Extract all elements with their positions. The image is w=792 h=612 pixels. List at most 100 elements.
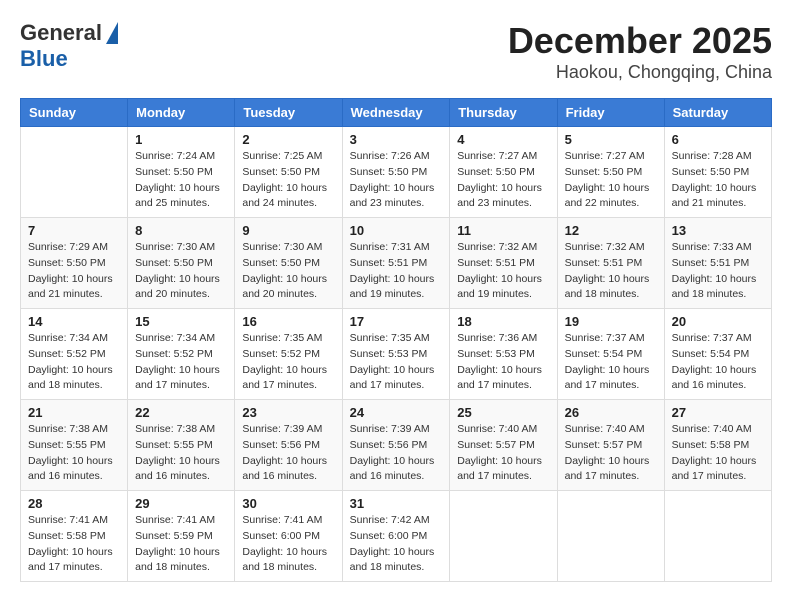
calendar-cell: 25Sunrise: 7:40 AMSunset: 5:57 PMDayligh…: [450, 400, 557, 491]
day-info: Sunrise: 7:33 AMSunset: 5:51 PMDaylight:…: [672, 240, 764, 303]
calendar-cell: 7 Sunrise: 7:29 AMSunset: 5:50 PMDaylight…: [21, 218, 128, 309]
calendar-cell: 21 Sunrise: 7:38 AMSunset: 5:55 PMDayligh…: [21, 400, 128, 491]
day-info: Sunrise: 7:41 AMSunset: 5:58 PMDaylight:…: [28, 513, 120, 576]
day-info: Sunrise: 7:35 AMSunset: 5:53 PMDaylight:…: [350, 331, 443, 394]
day-info: Sunrise: 7:37 AMSunset: 5:54 PMDaylight:…: [672, 331, 764, 394]
day-info: Sunrise: 7:32 AMSunset: 5:51 PMDaylight:…: [457, 240, 549, 303]
day-info: Sunrise: 7:40 AMSunset: 5:57 PMDaylight:…: [565, 422, 657, 485]
calendar-cell: 15 Sunrise: 7:34 AMSunset: 5:52 PMDayligh…: [128, 309, 235, 400]
day-number: 13: [672, 223, 764, 238]
calendar-day-header: Friday: [557, 99, 664, 127]
calendar-cell: 2 Sunrise: 7:25 AMSunset: 5:50 PMDaylight…: [235, 127, 342, 218]
day-number: 20: [672, 314, 764, 329]
day-info: Sunrise: 7:34 AMSunset: 5:52 PMDaylight:…: [28, 331, 120, 394]
calendar-cell: 31 Sunrise: 7:42 AMSunset: 6:00 PMDayligh…: [342, 491, 450, 582]
day-info: Sunrise: 7:34 AMSunset: 5:52 PMDaylight:…: [135, 331, 227, 394]
day-info: Sunrise: 7:32 AMSunset: 5:51 PMDaylight:…: [565, 240, 657, 303]
day-number: 10: [350, 223, 443, 238]
calendar-cell: 10 Sunrise: 7:31 AMSunset: 5:51 PMDayligh…: [342, 218, 450, 309]
calendar-cell: 19 Sunrise: 7:37 AMSunset: 5:54 PMDayligh…: [557, 309, 664, 400]
day-number: 14: [28, 314, 120, 329]
calendar-day-header: Wednesday: [342, 99, 450, 127]
calendar-cell: 16 Sunrise: 7:35 AMSunset: 5:52 PMDayligh…: [235, 309, 342, 400]
day-number: 31: [350, 496, 443, 511]
calendar-cell: 24 Sunrise: 7:39 AMSunset: 5:56 PMDayligh…: [342, 400, 450, 491]
day-info: Sunrise: 7:41 AMSunset: 6:00 PMDaylight:…: [242, 513, 334, 576]
logo-triangle: [106, 22, 118, 44]
calendar-week-row: 14 Sunrise: 7:34 AMSunset: 5:52 PMDayligh…: [21, 309, 772, 400]
day-info: Sunrise: 7:28 AMSunset: 5:50 PMDaylight:…: [672, 149, 764, 212]
calendar-header-row: SundayMondayTuesdayWednesdayThursdayFrid…: [21, 99, 772, 127]
page-header: General Blue December 2025 Haokou, Chong…: [20, 20, 772, 83]
day-number: 28: [28, 496, 120, 511]
calendar-cell: [664, 491, 771, 582]
calendar-cell: 1 Sunrise: 7:24 AMSunset: 5:50 PMDaylight…: [128, 127, 235, 218]
day-info: Sunrise: 7:27 AMSunset: 5:50 PMDaylight:…: [565, 149, 657, 212]
calendar-table: SundayMondayTuesdayWednesdayThursdayFrid…: [20, 98, 772, 582]
calendar-cell: 17 Sunrise: 7:35 AMSunset: 5:53 PMDayligh…: [342, 309, 450, 400]
calendar-cell: 27Sunrise: 7:40 AMSunset: 5:58 PMDayligh…: [664, 400, 771, 491]
day-number: 5: [565, 132, 657, 147]
day-number: 25: [457, 405, 549, 420]
calendar-cell: 18 Sunrise: 7:36 AMSunset: 5:53 PMDayligh…: [450, 309, 557, 400]
day-info: Sunrise: 7:36 AMSunset: 5:53 PMDaylight:…: [457, 331, 549, 394]
day-number: 11: [457, 223, 549, 238]
day-number: 7: [28, 223, 120, 238]
calendar-week-row: 21 Sunrise: 7:38 AMSunset: 5:55 PMDayligh…: [21, 400, 772, 491]
day-info: Sunrise: 7:38 AMSunset: 5:55 PMDaylight:…: [28, 422, 120, 485]
day-info: Sunrise: 7:40 AMSunset: 5:58 PMDaylight:…: [672, 422, 764, 485]
calendar-cell: [21, 127, 128, 218]
day-info: Sunrise: 7:26 AMSunset: 5:50 PMDaylight:…: [350, 149, 443, 212]
day-info: Sunrise: 7:24 AMSunset: 5:50 PMDaylight:…: [135, 149, 227, 212]
calendar-cell: 8 Sunrise: 7:30 AMSunset: 5:50 PMDaylight…: [128, 218, 235, 309]
day-info: Sunrise: 7:30 AMSunset: 5:50 PMDaylight:…: [135, 240, 227, 303]
day-number: 19: [565, 314, 657, 329]
calendar-cell: 26Sunrise: 7:40 AMSunset: 5:57 PMDayligh…: [557, 400, 664, 491]
day-number: 16: [242, 314, 334, 329]
day-number: 15: [135, 314, 227, 329]
calendar-cell: 11 Sunrise: 7:32 AMSunset: 5:51 PMDayligh…: [450, 218, 557, 309]
day-number: 17: [350, 314, 443, 329]
calendar-cell: [450, 491, 557, 582]
day-number: 8: [135, 223, 227, 238]
calendar-cell: 14 Sunrise: 7:34 AMSunset: 5:52 PMDayligh…: [21, 309, 128, 400]
day-number: 6: [672, 132, 764, 147]
calendar-cell: 9Sunrise: 7:30 AMSunset: 5:50 PMDaylight…: [235, 218, 342, 309]
calendar-cell: 29 Sunrise: 7:41 AMSunset: 5:59 PMDayligh…: [128, 491, 235, 582]
day-info: Sunrise: 7:29 AMSunset: 5:50 PMDaylight:…: [28, 240, 120, 303]
day-number: 24: [350, 405, 443, 420]
calendar-cell: 23 Sunrise: 7:39 AMSunset: 5:56 PMDayligh…: [235, 400, 342, 491]
day-info: Sunrise: 7:37 AMSunset: 5:54 PMDaylight:…: [565, 331, 657, 394]
day-info: Sunrise: 7:25 AMSunset: 5:50 PMDaylight:…: [242, 149, 334, 212]
day-number: 2: [242, 132, 334, 147]
day-info: Sunrise: 7:31 AMSunset: 5:51 PMDaylight:…: [350, 240, 443, 303]
calendar-week-row: 7 Sunrise: 7:29 AMSunset: 5:50 PMDaylight…: [21, 218, 772, 309]
calendar-cell: 6 Sunrise: 7:28 AMSunset: 5:50 PMDaylight…: [664, 127, 771, 218]
calendar-cell: 22 Sunrise: 7:38 AMSunset: 5:55 PMDayligh…: [128, 400, 235, 491]
day-number: 29: [135, 496, 227, 511]
day-number: 1: [135, 132, 227, 147]
calendar-cell: 30Sunrise: 7:41 AMSunset: 6:00 PMDayligh…: [235, 491, 342, 582]
calendar-cell: 12 Sunrise: 7:32 AMSunset: 5:51 PMDayligh…: [557, 218, 664, 309]
day-number: 23: [242, 405, 334, 420]
calendar-cell: 4Sunrise: 7:27 AMSunset: 5:50 PMDaylight…: [450, 127, 557, 218]
calendar-week-row: 1 Sunrise: 7:24 AMSunset: 5:50 PMDaylight…: [21, 127, 772, 218]
day-number: 21: [28, 405, 120, 420]
day-number: 22: [135, 405, 227, 420]
calendar-cell: 20 Sunrise: 7:37 AMSunset: 5:54 PMDayligh…: [664, 309, 771, 400]
day-number: 18: [457, 314, 549, 329]
calendar-cell: 28 Sunrise: 7:41 AMSunset: 5:58 PMDayligh…: [21, 491, 128, 582]
logo: General Blue: [20, 20, 118, 73]
day-info: Sunrise: 7:35 AMSunset: 5:52 PMDaylight:…: [242, 331, 334, 394]
month-title: December 2025: [508, 20, 772, 62]
day-number: 12: [565, 223, 657, 238]
day-info: Sunrise: 7:39 AMSunset: 5:56 PMDaylight:…: [350, 422, 443, 485]
day-info: Sunrise: 7:38 AMSunset: 5:55 PMDaylight:…: [135, 422, 227, 485]
day-info: Sunrise: 7:39 AMSunset: 5:56 PMDaylight:…: [242, 422, 334, 485]
day-info: Sunrise: 7:30 AMSunset: 5:50 PMDaylight:…: [242, 240, 334, 303]
logo-general: General: [20, 20, 102, 46]
day-info: Sunrise: 7:41 AMSunset: 5:59 PMDaylight:…: [135, 513, 227, 576]
calendar-day-header: Thursday: [450, 99, 557, 127]
calendar-cell: [557, 491, 664, 582]
day-info: Sunrise: 7:42 AMSunset: 6:00 PMDaylight:…: [350, 513, 443, 576]
